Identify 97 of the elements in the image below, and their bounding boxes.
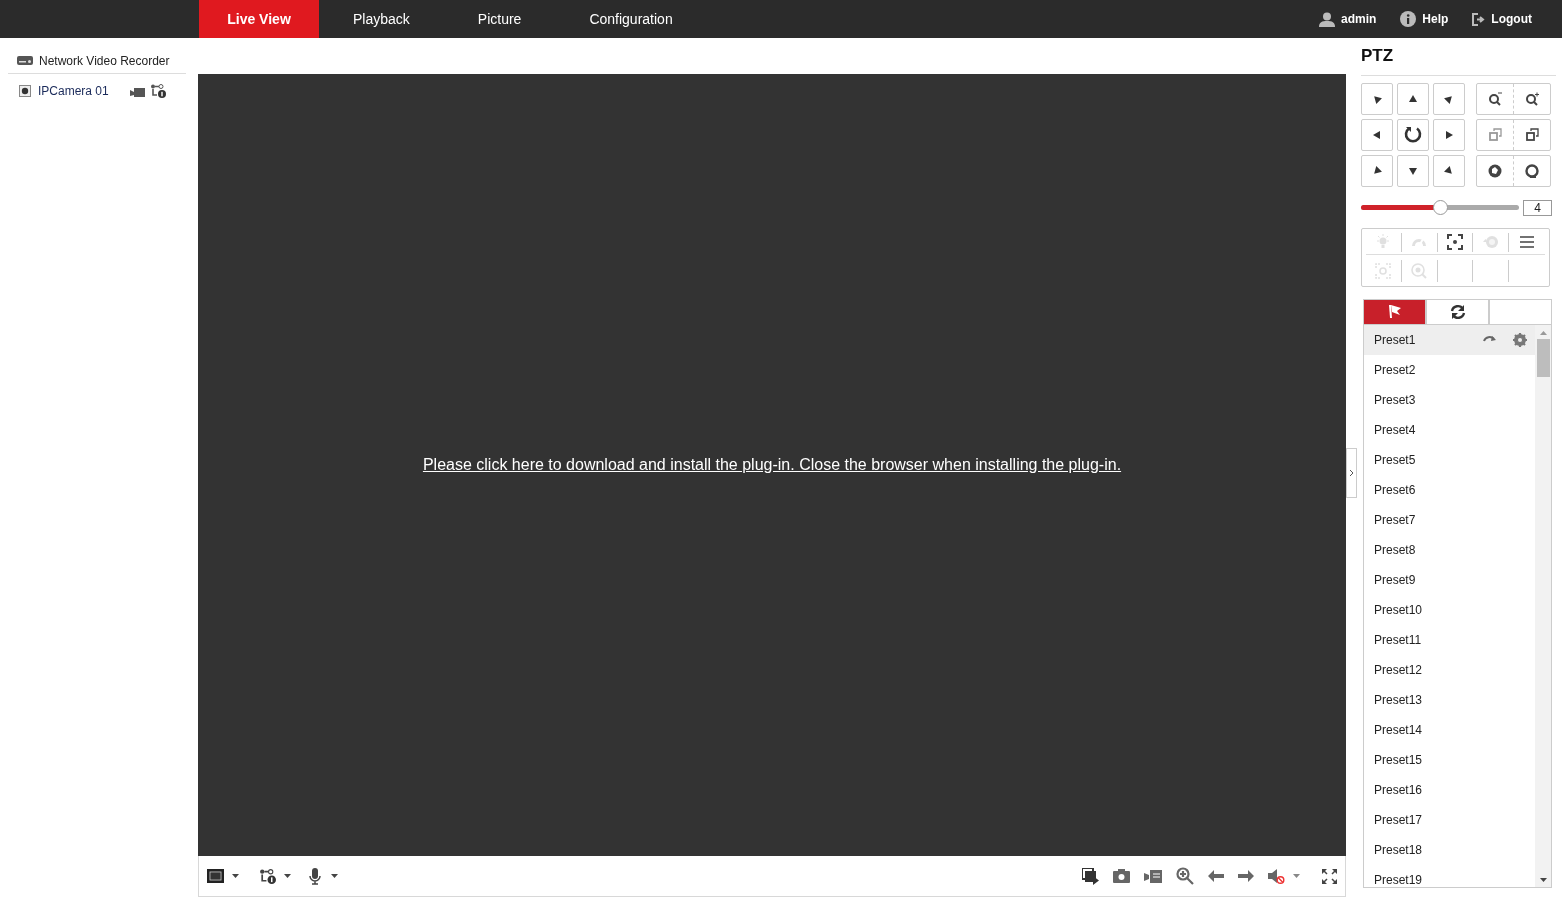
camera-channel[interactable]: IPCamera 01 xyxy=(38,82,122,100)
reset-icon xyxy=(1482,234,1499,250)
preset-row[interactable]: Preset1 xyxy=(1364,324,1535,355)
arrow-up-right-icon xyxy=(1444,93,1454,104)
info-icon xyxy=(1400,11,1417,27)
speed-slider[interactable] xyxy=(1361,200,1519,215)
preset-label: Preset18 xyxy=(1374,841,1424,859)
magnifier-minus-icon xyxy=(1488,91,1502,106)
arrow-up-icon xyxy=(1408,93,1418,104)
flag-icon xyxy=(1386,303,1403,320)
arrow-up-left-icon xyxy=(1372,93,1382,104)
preset-label: Preset3 xyxy=(1374,391,1417,409)
preset-tab[interactable] xyxy=(1363,298,1426,325)
arrow-left-icon xyxy=(1372,129,1382,140)
preset-label: Preset1 xyxy=(1374,331,1417,349)
aperture-outline-icon xyxy=(1525,163,1539,178)
caret-down-icon[interactable] xyxy=(232,874,239,878)
preset-label: Preset14 xyxy=(1374,721,1424,739)
preset-label: Preset9 xyxy=(1374,571,1417,589)
preset-label: Preset2 xyxy=(1374,361,1417,379)
patrol-tab[interactable] xyxy=(1426,298,1489,325)
camera-icon xyxy=(19,85,31,97)
arrow-down-icon xyxy=(1408,165,1418,176)
pan-down-button[interactable] xyxy=(1397,154,1429,187)
tree-root-label[interactable]: Network Video Recorder xyxy=(39,51,170,70)
focus-frame-icon xyxy=(1447,234,1463,250)
scroll-down-icon[interactable] xyxy=(1539,877,1547,882)
playback-icon[interactable] xyxy=(1082,867,1099,885)
caret-down-icon[interactable] xyxy=(331,874,338,878)
snapshot-icon[interactable] xyxy=(1113,869,1130,883)
bulb-icon xyxy=(1375,234,1392,250)
rotate-icon xyxy=(1404,125,1422,144)
zoom-in-icon[interactable] xyxy=(1176,867,1194,885)
help-link[interactable]: Help xyxy=(1400,10,1449,28)
logout-link[interactable]: Logout xyxy=(1472,10,1532,28)
caret-down-icon[interactable] xyxy=(284,874,291,878)
chevron-right-icon xyxy=(1349,468,1354,477)
nav-tab[interactable]: Picture xyxy=(443,0,556,38)
preset-label: Preset10 xyxy=(1374,601,1424,619)
auto-scan-button[interactable] xyxy=(1397,118,1429,151)
arrow-down-left-icon xyxy=(1372,165,1382,176)
preset-label: Preset11 xyxy=(1374,631,1423,649)
nav-tab[interactable]: Configuration xyxy=(555,0,707,38)
stream-icon[interactable] xyxy=(259,868,276,884)
user-icon xyxy=(1319,11,1335,27)
arrow-right-icon xyxy=(1444,129,1454,140)
window-large-icon xyxy=(1525,127,1539,142)
preset-label: Preset5 xyxy=(1374,451,1417,469)
preset-label: Preset13 xyxy=(1374,691,1424,709)
arrow-right-icon[interactable] xyxy=(1238,870,1254,882)
plugin-link[interactable]: Please click here to download and install the plug-in. Close the browser when installing the plug-in. xyxy=(422,453,1122,477)
nav-tab[interactable]: Live View xyxy=(199,0,319,38)
window-small-icon xyxy=(1488,127,1502,142)
scroll-up-icon[interactable] xyxy=(1539,330,1547,335)
fullscreen-icon[interactable] xyxy=(1322,868,1337,884)
focus-frame-button[interactable] xyxy=(1445,232,1465,252)
magnifier-plus-icon xyxy=(1525,91,1539,106)
dashed-frame-icon xyxy=(1375,262,1392,279)
preset-label: Preset4 xyxy=(1374,421,1417,439)
arrow-left-icon[interactable] xyxy=(1208,870,1224,882)
collapse-handle[interactable] xyxy=(1346,447,1357,498)
pan-up-button[interactable] xyxy=(1397,82,1429,115)
slider-thumb[interactable] xyxy=(1433,200,1448,215)
stream-icon[interactable] xyxy=(150,84,166,98)
magnifier-icon xyxy=(1411,262,1428,279)
pan-right-button[interactable] xyxy=(1433,118,1465,151)
microphone-icon[interactable] xyxy=(309,867,321,885)
aperture-icon xyxy=(1488,163,1502,178)
pan-down-right-button[interactable] xyxy=(1433,154,1465,187)
nav-tab[interactable]: Playback xyxy=(319,0,444,38)
preset-label: Preset6 xyxy=(1374,481,1417,499)
preset-label: Preset12 xyxy=(1374,661,1424,679)
speed-value[interactable]: 4 xyxy=(1523,199,1552,216)
window-layout-icon[interactable] xyxy=(207,869,224,883)
video-camera-icon[interactable] xyxy=(130,85,145,97)
redo-arrow-icon[interactable] xyxy=(1483,335,1497,344)
pan-left-button[interactable] xyxy=(1361,118,1393,151)
scrollbar-thumb[interactable] xyxy=(1536,338,1550,377)
cycle-icon xyxy=(1449,303,1466,320)
pan-down-left-button[interactable] xyxy=(1361,154,1393,187)
recorder-icon xyxy=(17,56,33,65)
menu-icon xyxy=(1519,234,1536,250)
logout-icon xyxy=(1472,12,1486,26)
preset-label: Preset8 xyxy=(1374,541,1417,559)
preset-label: Preset7 xyxy=(1374,511,1417,529)
panel-title: PTZ xyxy=(1361,43,1556,76)
record-icon[interactable] xyxy=(1144,869,1162,883)
settings-icon[interactable] xyxy=(1513,332,1527,347)
user-link[interactable]: admin xyxy=(1319,10,1377,28)
preset-label: Preset15 xyxy=(1374,751,1424,769)
preset-label: Preset19 xyxy=(1374,871,1424,887)
preset-label: Preset16 xyxy=(1374,781,1424,799)
muted-speaker-icon[interactable] xyxy=(1268,868,1285,884)
preset-label: Preset17 xyxy=(1374,811,1424,829)
arrow-down-right-icon xyxy=(1444,165,1454,176)
pan-up-right-button[interactable] xyxy=(1433,82,1465,115)
pan-up-left-button[interactable] xyxy=(1361,82,1393,115)
